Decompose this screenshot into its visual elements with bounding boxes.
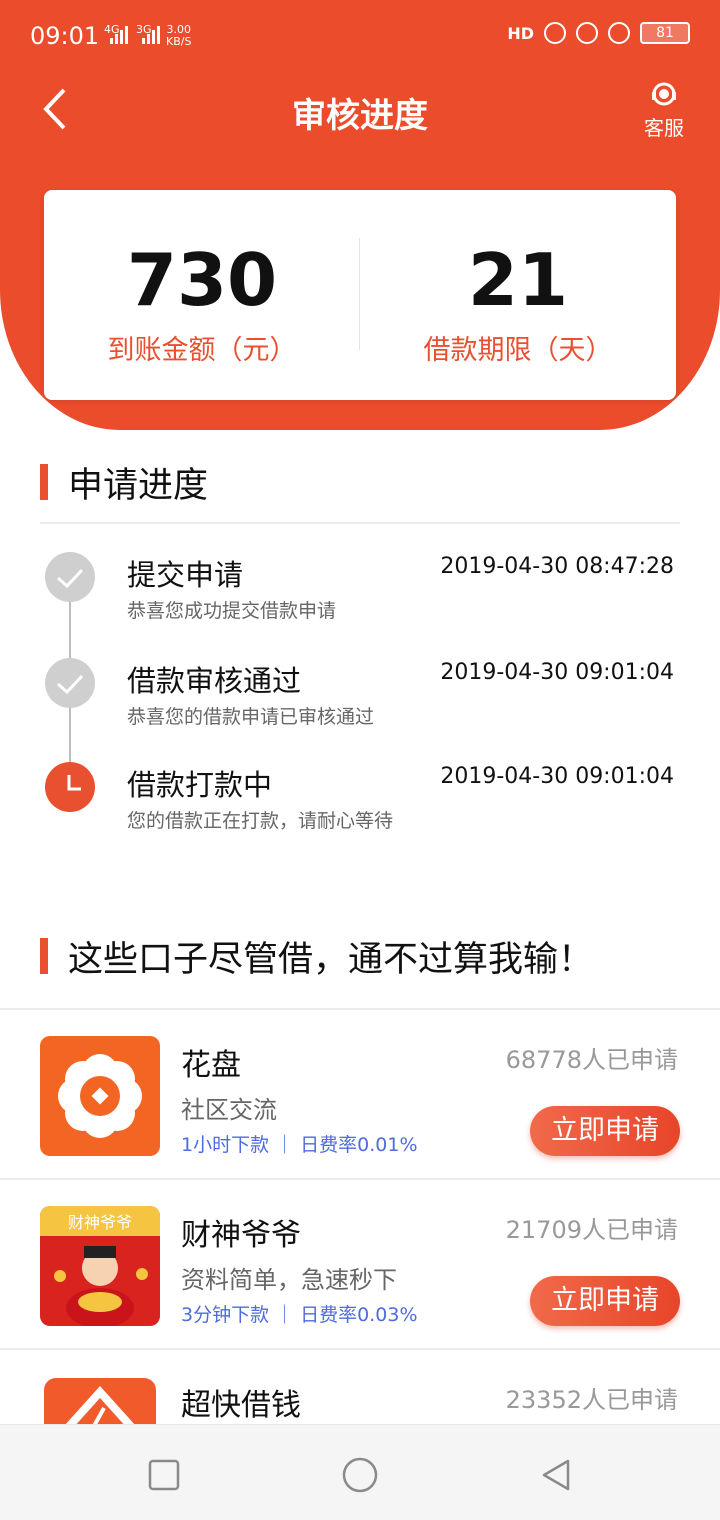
svg-text:财神爷爷: 财神爷爷 bbox=[68, 1213, 132, 1232]
triangle-back-icon bbox=[542, 1459, 570, 1491]
network-speed: 3.00 KB/S bbox=[166, 24, 191, 48]
amount-label: 到账金额（元） bbox=[107, 335, 297, 366]
page-title: 审核进度 bbox=[292, 96, 428, 136]
recent-apps-button[interactable] bbox=[146, 1457, 182, 1493]
section-marker bbox=[40, 464, 48, 500]
fortune-god-icon: 财神爷爷 bbox=[40, 1206, 160, 1326]
amount-summary: 730 到账金额（元） bbox=[44, 240, 360, 367]
product-name: 花盘 bbox=[181, 1048, 241, 1083]
product-description: 资料简单，急速秒下 bbox=[181, 1266, 397, 1294]
application-count: 68778人已申请 bbox=[505, 1046, 678, 1074]
step-description: 恭喜您的借款申请已审核通过 bbox=[127, 706, 375, 728]
product-tags: 3分钟下款 ｜ 日费率0.03% bbox=[181, 1304, 418, 1326]
progress-step: 提交申请 恭喜您成功提交借款申请 2019-04-30 08:47:28 bbox=[0, 552, 720, 652]
product-item[interactable]: 花盘 社区交流 1小时下款 ｜ 日费率0.01% 68778人已申请 立即申请 bbox=[0, 1010, 720, 1180]
status-bar: 09:01 4G 3G 3.00 KB/S HD 81 bbox=[0, 0, 720, 72]
recommend-section-title: 这些口子尽管借，通不过算我输！ bbox=[40, 936, 593, 980]
term-summary: 21 借款期限（天） bbox=[360, 240, 676, 367]
hd-icon: HD bbox=[507, 23, 534, 43]
step-description: 恭喜您成功提交借款申请 bbox=[127, 600, 337, 622]
step-title: 借款审核通过 bbox=[127, 664, 302, 698]
progress-title: 申请进度 bbox=[68, 465, 209, 506]
progress-step: 借款审核通过 恭喜您的借款申请已审核通过 2019-04-30 09:01:04 bbox=[0, 658, 720, 758]
home-button[interactable] bbox=[342, 1457, 378, 1493]
square-icon bbox=[148, 1459, 180, 1491]
product-name: 超快借钱 bbox=[181, 1388, 301, 1423]
apply-button[interactable]: 立即申请 bbox=[530, 1106, 680, 1156]
check-icon bbox=[45, 658, 95, 708]
step-title: 提交申请 bbox=[127, 558, 244, 592]
product-name: 财神爷爷 bbox=[181, 1218, 301, 1253]
system-navigation-bar bbox=[0, 1424, 720, 1520]
clock-icon bbox=[45, 762, 95, 812]
amount-value: 730 bbox=[126, 238, 278, 322]
product-item[interactable]: 超快借钱 23352人已申请 bbox=[0, 1350, 720, 1424]
signal-icon bbox=[142, 26, 160, 44]
recommend-title: 这些口子尽管借，通不过算我输！ bbox=[68, 939, 594, 980]
progress-section-title: 申请进度 bbox=[40, 462, 208, 506]
divider bbox=[40, 522, 680, 524]
loan-summary-card: 730 到账金额（元） 21 借款期限（天） bbox=[44, 190, 676, 400]
rocket-icon bbox=[44, 1378, 156, 1424]
flower-coin-icon bbox=[40, 1036, 160, 1156]
application-count: 23352人已申请 bbox=[505, 1386, 678, 1414]
alarm-icon bbox=[608, 22, 630, 44]
check-icon bbox=[45, 552, 95, 602]
step-description: 您的借款正在打款，请耐心等待 bbox=[127, 810, 394, 832]
step-time: 2019-04-30 09:01:04 bbox=[440, 764, 674, 789]
customer-service-button[interactable]: 客服 bbox=[636, 80, 692, 141]
customer-service-label: 客服 bbox=[644, 116, 684, 140]
eye-icon bbox=[544, 22, 566, 44]
system-back-button[interactable] bbox=[538, 1457, 574, 1493]
progress-step: 借款打款中 您的借款正在打款，请耐心等待 2019-04-30 09:01:04 bbox=[0, 762, 720, 862]
signal-icon bbox=[110, 26, 128, 44]
section-marker bbox=[40, 938, 48, 974]
headset-icon bbox=[652, 82, 676, 106]
speed-unit: KB/S bbox=[166, 35, 192, 48]
battery-icon: 81 bbox=[640, 22, 690, 44]
step-title: 借款打款中 bbox=[127, 768, 273, 802]
product-tags: 1小时下款 ｜ 日费率0.01% bbox=[181, 1134, 418, 1156]
application-count: 21709人已申请 bbox=[505, 1216, 678, 1244]
product-item[interactable]: 财神爷爷 财神爷爷 资料简单，急速秒下 3分钟下款 ｜ 日费率0.03% 217… bbox=[0, 1180, 720, 1350]
term-label: 借款期限（天） bbox=[423, 335, 613, 366]
step-time: 2019-04-30 08:47:28 bbox=[440, 554, 674, 579]
term-value: 21 bbox=[467, 238, 569, 322]
product-description: 社区交流 bbox=[181, 1096, 277, 1124]
apply-button[interactable]: 立即申请 bbox=[530, 1276, 680, 1326]
lock-icon bbox=[576, 22, 598, 44]
status-time: 09:01 bbox=[30, 22, 100, 50]
step-time: 2019-04-30 09:01:04 bbox=[440, 660, 674, 685]
circle-icon bbox=[342, 1457, 378, 1493]
